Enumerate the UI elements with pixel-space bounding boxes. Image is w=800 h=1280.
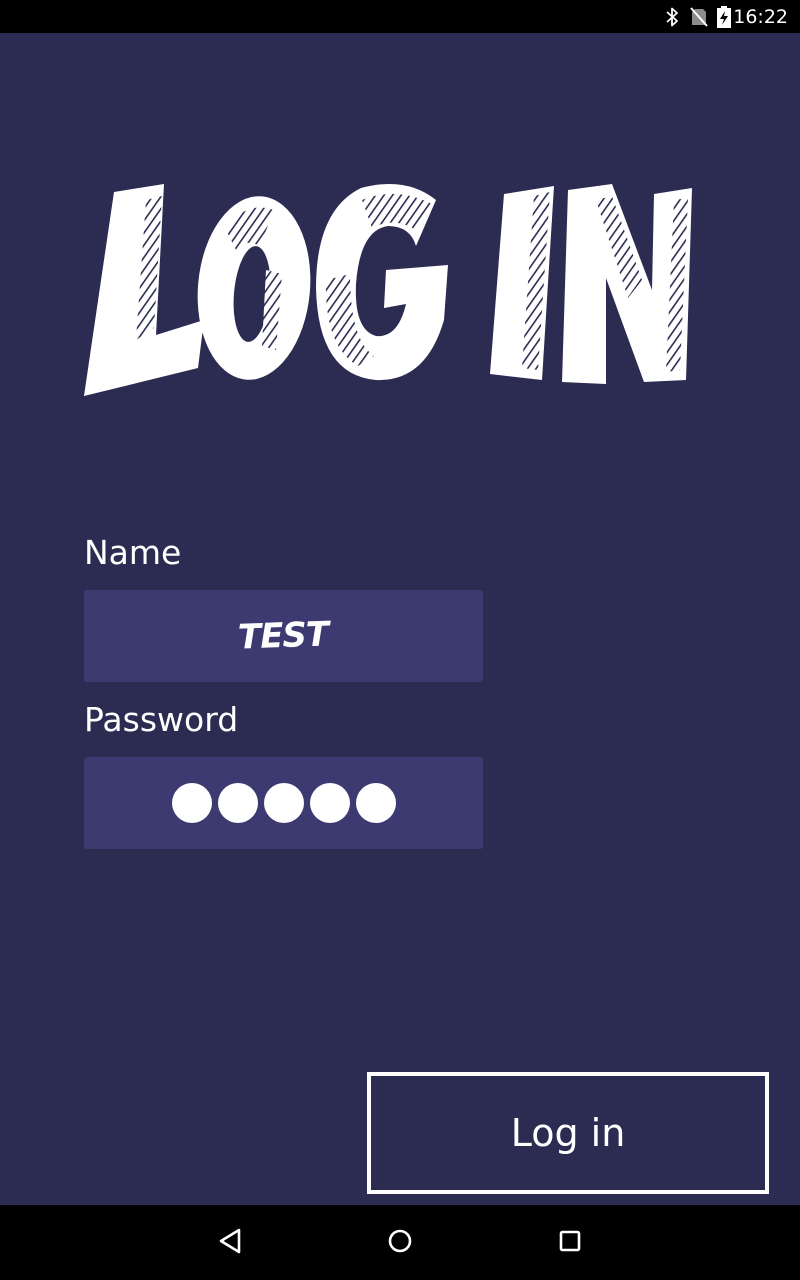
password-dot: [309, 783, 350, 823]
name-label: Name: [84, 533, 182, 572]
recents-icon: [558, 1229, 582, 1257]
title-letter-n: [562, 184, 692, 384]
status-clock: 16:22: [733, 6, 788, 28]
log-in-title-art: [76, 170, 706, 410]
password-dot: [217, 783, 258, 823]
bluetooth-icon: [662, 6, 682, 28]
home-button[interactable]: [378, 1223, 422, 1263]
back-button[interactable]: [208, 1223, 252, 1263]
name-input-value: TEST: [237, 614, 330, 658]
status-bar: 16:22: [0, 0, 800, 33]
recents-button[interactable]: [548, 1223, 592, 1263]
title-letter-g: [316, 184, 448, 381]
title-letter-l: [84, 184, 204, 396]
password-dot: [171, 783, 212, 823]
battery-charging-icon: [716, 6, 732, 28]
title-letter-o: [197, 196, 311, 380]
password-input[interactable]: [84, 757, 483, 849]
password-label: Password: [84, 700, 239, 739]
navigation-bar: [0, 1205, 800, 1280]
log-in-button-label: Log in: [510, 1111, 626, 1155]
home-icon: [387, 1228, 413, 1258]
password-dot: [263, 783, 304, 823]
back-icon: [217, 1227, 243, 1259]
login-screen: 16:22 Name TEST Password Log in: [0, 0, 800, 1280]
title-letter-i: [490, 186, 554, 380]
name-input[interactable]: TEST: [84, 590, 483, 682]
password-dot: [355, 783, 396, 823]
log-in-button[interactable]: Log in: [367, 1072, 769, 1194]
password-mask: [171, 783, 396, 823]
no-sim-icon: [688, 6, 710, 28]
